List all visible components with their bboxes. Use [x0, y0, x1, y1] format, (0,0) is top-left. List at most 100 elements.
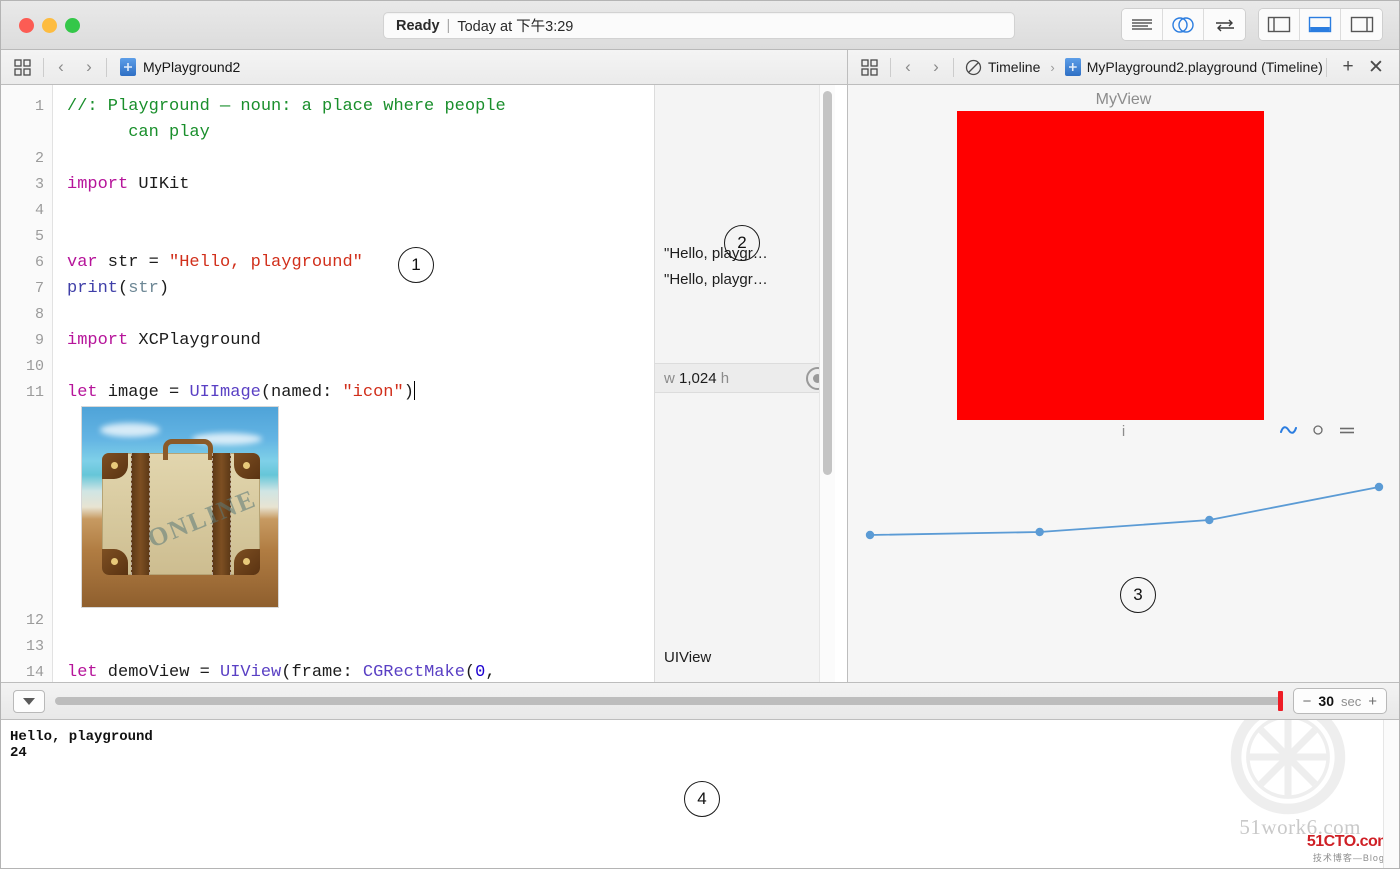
timeline-pane: MyView i	[848, 85, 1399, 682]
rendered-view-preview[interactable]	[957, 111, 1264, 420]
timeline-related-items-button[interactable]	[848, 59, 887, 76]
duration-decrement-button[interactable]: −	[1303, 693, 1312, 710]
code-line[interactable]: print(str)	[67, 276, 654, 302]
bar-chart-button[interactable]	[1339, 423, 1355, 441]
code-token: (	[465, 663, 475, 682]
suitcase-strap	[131, 453, 150, 575]
window-titlebar: Ready | Today at 下午3:29	[1, 1, 1399, 50]
line-number: 5	[1, 224, 52, 250]
code-token: ,	[485, 663, 495, 682]
chart-data-point[interactable]	[866, 531, 874, 539]
code-token: image =	[98, 383, 190, 402]
text-cursor	[414, 381, 416, 400]
code-line[interactable]	[67, 302, 654, 328]
code-line[interactable]	[67, 224, 654, 250]
chart-data-point[interactable]	[1375, 483, 1383, 491]
timeline-forward-button[interactable]: ›	[922, 54, 950, 80]
editor-file-name: MyPlayground2	[143, 59, 240, 75]
add-assistant-editor-button[interactable]: +	[1335, 54, 1361, 80]
line-chart-button[interactable]	[1280, 423, 1297, 441]
close-button[interactable]	[19, 18, 34, 33]
assistant-editor-button[interactable]	[1163, 9, 1204, 40]
arrows-swap-icon	[1213, 16, 1237, 34]
minimize-button[interactable]	[42, 18, 57, 33]
divider	[890, 58, 891, 77]
code-line[interactable]: //: Playground — noun: a place where peo…	[67, 94, 654, 120]
divider	[1326, 58, 1327, 77]
code-line[interactable]: import UIKit	[67, 172, 654, 198]
divider	[953, 58, 954, 77]
code-token: import	[67, 331, 128, 350]
lines-icon	[1131, 17, 1153, 33]
code-line[interactable]: let demoView = UIView(frame: CGRectMake(…	[67, 660, 654, 682]
grid-icon	[14, 59, 31, 76]
line-number: 2	[1, 146, 52, 172]
editor-back-button[interactable]: ‹	[47, 54, 75, 80]
code-line[interactable]: import XCPlayground	[67, 328, 654, 354]
venn-circles-icon	[1171, 16, 1195, 34]
breadcrumb-file: MyPlayground2.playground (Timeline)	[1087, 59, 1323, 75]
code-text-area[interactable]: //: Playground — noun: a place where peo…	[53, 85, 654, 682]
toggle-debug-area-button[interactable]	[1300, 9, 1341, 40]
chart-line	[870, 487, 1379, 535]
code-token: let	[67, 663, 98, 682]
console-scrollbar[interactable]	[1383, 720, 1399, 868]
code-token: "icon"	[342, 383, 403, 402]
chart-type-controls	[1280, 423, 1355, 441]
result-row[interactable]: "Hello, playgr…	[655, 267, 835, 293]
code-column[interactable]: 1234567891011121314 //: Playground — nou…	[1, 85, 654, 682]
line-number: 10	[1, 354, 52, 380]
code-token: str	[128, 279, 159, 298]
chart-data-point[interactable]	[1035, 528, 1043, 536]
annotation-marker-2: 2	[724, 225, 760, 261]
inline-image-preview[interactable]: ONLINE	[81, 406, 279, 608]
code-line[interactable]: let image = UIImage(named: "icon")	[67, 380, 654, 406]
timeline-scrubber-bar: − 30 sec +	[1, 682, 1399, 720]
annotation-marker-4: 4	[684, 781, 720, 817]
editor-related-items-button[interactable]	[1, 59, 40, 76]
chart-data-point[interactable]	[1205, 516, 1213, 524]
code-token: "Hello, playground"	[169, 253, 363, 272]
result-size-row[interactable]: w 1,024 h	[655, 363, 835, 393]
code-line[interactable]	[67, 608, 654, 634]
code-token: UIKit	[128, 175, 189, 194]
playhead-marker[interactable]	[1278, 691, 1283, 711]
code-line[interactable]	[67, 198, 654, 224]
zoom-button[interactable]	[65, 18, 80, 33]
version-editor-button[interactable]	[1204, 9, 1245, 40]
breadcrumb-root: Timeline	[988, 59, 1040, 75]
close-assistant-editor-button[interactable]: ✕	[1363, 54, 1389, 80]
size-prefix: w	[664, 370, 675, 387]
code-token: (	[118, 279, 128, 298]
result-uiview-row[interactable]: UIView	[655, 645, 835, 671]
disclosure-triangle-button[interactable]	[13, 690, 45, 713]
line-number: 4	[1, 198, 52, 224]
line-number: 9	[1, 328, 52, 354]
scrubber-track[interactable]	[55, 697, 1283, 705]
editor-scrollbar-thumb[interactable]	[823, 91, 832, 475]
code-line[interactable]: var str = "Hello, playground"	[67, 250, 654, 276]
toggle-navigator-button[interactable]	[1259, 9, 1300, 40]
status-time: Today at 下午3:29	[457, 15, 573, 36]
line-number: 6	[1, 250, 52, 276]
code-line[interactable]	[67, 354, 654, 380]
scatter-chart-button[interactable]	[1312, 423, 1324, 441]
triangle-down-icon	[23, 698, 35, 705]
duration-stepper[interactable]: − 30 sec +	[1293, 688, 1387, 714]
toggle-utilities-button[interactable]	[1341, 9, 1382, 40]
source-editor-pane: 1234567891011121314 //: Playground — nou…	[1, 85, 848, 682]
bottom-panel-icon	[1308, 16, 1332, 33]
editor-forward-button[interactable]: ›	[75, 54, 103, 80]
editor-breadcrumb[interactable]: MyPlayground2	[120, 58, 240, 76]
code-line[interactable]: can play	[67, 120, 654, 146]
timeline-breadcrumb[interactable]: Timeline › MyPlayground2.playground (Tim…	[965, 58, 1323, 76]
code-line[interactable]	[67, 146, 654, 172]
code-token: UIImage	[189, 383, 260, 402]
duration-increment-button[interactable]: +	[1368, 693, 1377, 710]
console-output-area[interactable]: Hello, playground 24 4 51work6.com 51CTO…	[1, 720, 1399, 868]
editor-scrollbar-track[interactable]	[819, 85, 835, 682]
standard-editor-button[interactable]	[1122, 9, 1163, 40]
code-line[interactable]	[67, 634, 654, 660]
annotation-marker-3: 3	[1120, 577, 1156, 613]
timeline-back-button[interactable]: ‹	[894, 54, 922, 80]
